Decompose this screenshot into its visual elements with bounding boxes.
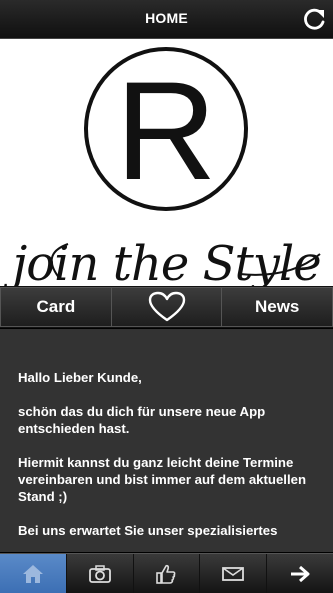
arrow-right-icon bbox=[291, 565, 310, 582]
page-title: HOME bbox=[145, 10, 188, 26]
nav-mail[interactable] bbox=[200, 554, 268, 593]
welcome-content: Hallo Lieber Kunde, schön das du dich fü… bbox=[0, 329, 333, 552]
greeting-text: Hallo Lieber Kunde, bbox=[18, 370, 142, 385]
bottom-nav bbox=[0, 553, 333, 593]
intro-text: schön das du dich für unsere neue App en… bbox=[18, 404, 266, 436]
nav-home[interactable] bbox=[0, 554, 67, 593]
logo-banner: R join the Style bbox=[0, 39, 333, 286]
heart-icon bbox=[148, 291, 185, 322]
nav-next[interactable] bbox=[267, 554, 333, 593]
welcome-text: Hallo Lieber Kunde, schön das du dich fü… bbox=[18, 369, 318, 552]
news-button[interactable]: News bbox=[221, 287, 333, 327]
promo-text: Bei uns erwartet Sie unser spezialisiert… bbox=[18, 523, 278, 538]
logo-letter: R bbox=[115, 52, 216, 209]
home-icon bbox=[22, 564, 43, 583]
nav-like[interactable] bbox=[134, 554, 201, 593]
thumbs-up-icon bbox=[156, 564, 176, 584]
refresh-icon[interactable] bbox=[301, 7, 327, 33]
favorite-button[interactable] bbox=[110, 287, 222, 327]
mail-icon bbox=[222, 566, 245, 581]
info-text: Hiermit kannst du ganz leicht deine Term… bbox=[18, 455, 307, 504]
logo-tagline: join the Style bbox=[12, 236, 321, 286]
card-button-label: Card bbox=[36, 297, 76, 316]
camera-icon bbox=[88, 564, 111, 583]
card-button[interactable]: Card bbox=[0, 287, 111, 327]
news-button-label: News bbox=[254, 297, 300, 316]
segment-buttons: Card News bbox=[0, 286, 333, 328]
nav-camera[interactable] bbox=[67, 554, 134, 593]
top-bar: HOME bbox=[0, 0, 333, 39]
